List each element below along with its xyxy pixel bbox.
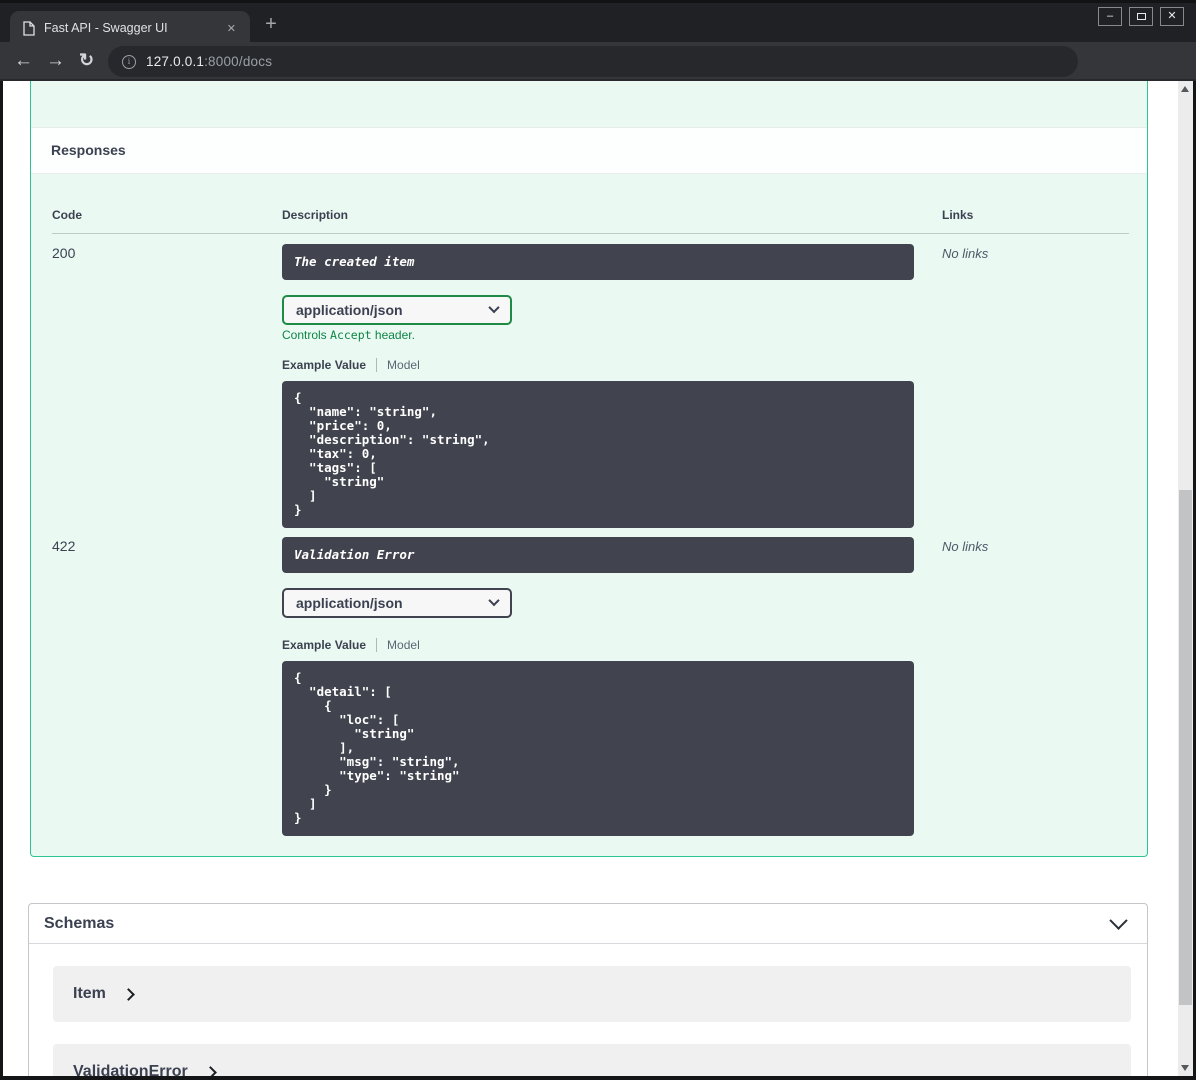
chevron-down-icon xyxy=(488,594,500,606)
example-json-422: { "detail": [ { "loc": [ "string" ], "ms… xyxy=(282,661,914,836)
schema-validationerror-title: ValidationError xyxy=(73,1063,188,1076)
page-content: Responses Code Description Links 200 The… xyxy=(3,81,1193,1076)
response-code-422: 422 xyxy=(52,538,76,554)
column-header-links: Links xyxy=(942,208,974,222)
url-text: 127.0.0.1:8000/docs xyxy=(146,54,272,69)
accept-note-suffix: header. xyxy=(371,328,415,342)
address-bar[interactable]: i 127.0.0.1:8000/docs xyxy=(108,46,1078,77)
chevron-down-icon xyxy=(488,301,500,313)
close-window-button[interactable]: ✕ xyxy=(1160,7,1184,26)
page-scrollbar[interactable] xyxy=(1178,81,1193,1076)
chevron-right-icon xyxy=(122,988,135,1001)
links-cell-422: No links xyxy=(942,539,989,554)
scroll-up-icon[interactable] xyxy=(1181,86,1189,92)
browser-toolbar: ← → ↻ i 127.0.0.1:8000/docs ☆ ••• xyxy=(0,42,1196,116)
minimize-button[interactable]: – xyxy=(1098,7,1122,26)
example-json-200: { "name": "string", "price": 0, "descrip… xyxy=(282,381,914,528)
scroll-down-icon[interactable] xyxy=(1181,1065,1189,1071)
tab-model-200[interactable]: Model xyxy=(387,358,420,372)
media-type-select-200[interactable]: application/json xyxy=(282,295,512,325)
response-description-422: Validation Error xyxy=(282,537,914,573)
schemas-header[interactable]: Schemas xyxy=(29,904,1147,944)
schema-item-card[interactable]: Item xyxy=(53,966,1131,1022)
accept-header-note: Controls Accept header. xyxy=(282,328,415,342)
responses-section-header: Responses xyxy=(31,127,1147,174)
tab-close-icon[interactable]: ✕ xyxy=(223,20,240,37)
schema-item-title: Item xyxy=(73,985,106,1002)
links-cell-200: No links xyxy=(942,246,989,261)
media-type-value-422: application/json xyxy=(296,595,403,611)
page-favicon-icon xyxy=(23,20,35,36)
schemas-section: Schemas Item ValidationError xyxy=(28,903,1148,1076)
response-code-200: 200 xyxy=(52,245,76,261)
tab-example-value-422[interactable]: Example Value xyxy=(282,638,366,652)
schemas-title: Schemas xyxy=(44,914,115,932)
scrollbar-thumb[interactable] xyxy=(1179,490,1192,1005)
forward-button[interactable]: → xyxy=(46,51,65,70)
media-type-value-200: application/json xyxy=(296,302,403,318)
schema-validationerror-card[interactable]: ValidationError xyxy=(53,1044,1131,1076)
table-header-divider xyxy=(52,233,1129,234)
url-path: :8000/docs xyxy=(204,54,273,69)
url-host: 127.0.0.1 xyxy=(146,54,205,69)
media-type-select-422[interactable]: application/json xyxy=(282,588,512,618)
column-header-code: Code xyxy=(52,208,82,222)
chevron-right-icon xyxy=(203,1066,217,1076)
tab-model-422[interactable]: Model xyxy=(387,638,420,652)
maximize-button[interactable] xyxy=(1129,7,1153,26)
tab-separator xyxy=(376,637,378,652)
column-header-description: Description xyxy=(282,208,349,222)
example-model-tabs-200: Example Value Model xyxy=(282,357,420,372)
tab-example-value-200[interactable]: Example Value xyxy=(282,358,366,372)
collapse-chevron-icon[interactable] xyxy=(1109,911,1128,930)
reload-button[interactable]: ↻ xyxy=(79,51,94,70)
tab-title: Fast API - Swagger UI xyxy=(44,21,168,35)
window-controls: – ✕ xyxy=(1098,7,1184,26)
accept-note-prefix: Controls xyxy=(282,328,331,342)
site-info-icon[interactable]: i xyxy=(122,54,136,69)
responses-opblock: Responses Code Description Links 200 The… xyxy=(30,81,1148,857)
example-model-tabs-422: Example Value Model xyxy=(282,637,420,652)
responses-title: Responses xyxy=(51,142,126,158)
response-description-200: The created item xyxy=(282,244,914,280)
new-tab-button[interactable]: + xyxy=(261,14,281,34)
maximize-icon xyxy=(1136,13,1146,20)
accept-note-code: Accept xyxy=(330,328,372,342)
browser-titlebar: Fast API - Swagger UI ✕ + – ✕ xyxy=(0,0,1196,45)
browser-tab[interactable]: Fast API - Swagger UI ✕ xyxy=(10,11,250,45)
back-button[interactable]: ← xyxy=(14,51,33,70)
tab-separator xyxy=(376,357,378,372)
